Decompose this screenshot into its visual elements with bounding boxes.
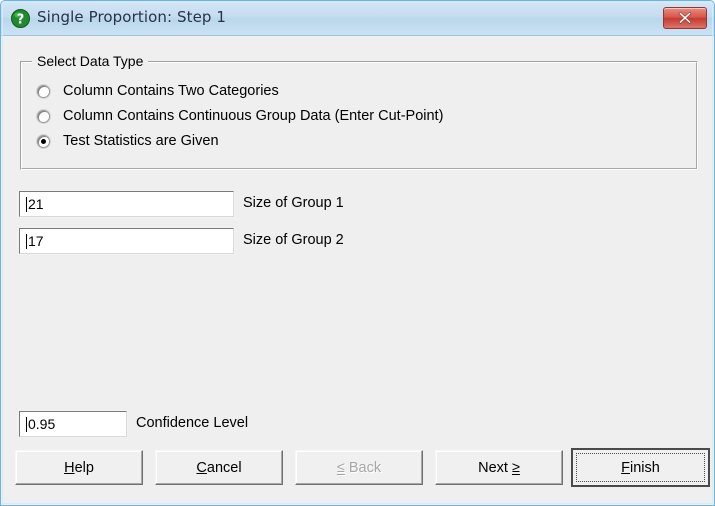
radio-icon[interactable] [37, 134, 50, 148]
text-caret [26, 196, 27, 212]
next-button[interactable]: Next ≥ [435, 450, 563, 485]
title-bar: ? Single Proportion: Step 1 [1, 1, 714, 36]
radio-icon[interactable] [37, 84, 50, 98]
help-rest: elp [74, 459, 94, 476]
size-of-group-2-input[interactable]: 17 [19, 228, 234, 254]
finish-button[interactable]: Finish [571, 448, 710, 487]
dialog-client-area: Select Data Type Column Contains Two Cat… [3, 37, 714, 505]
size-of-group-2-value: 17 [28, 233, 44, 249]
back-label: Back [344, 459, 382, 476]
confidence-level-value: 0.95 [28, 416, 56, 432]
radio-column-two-categories[interactable]: Column Contains Two Categories [37, 80, 279, 102]
size-of-group-2-label: Size of Group 2 [243, 232, 344, 248]
groupbox-legend: Select Data Type [32, 53, 149, 69]
question-mark-icon: ? [11, 9, 30, 28]
radio-label: Column Contains Continuous Group Data (E… [63, 108, 444, 124]
text-caret [26, 416, 27, 432]
finish-rest: inish [630, 459, 660, 476]
radio-column-continuous-group-data[interactable]: Column Contains Continuous Group Data (E… [37, 105, 443, 127]
next-chevron-icon: ≥ [511, 459, 520, 476]
select-data-type-groupbox: Select Data Type Column Contains Two Cat… [20, 53, 698, 170]
size-of-group-1-input[interactable]: 21 [19, 191, 234, 217]
radio-icon[interactable] [37, 109, 50, 123]
cancel-button[interactable]: Cancel [155, 450, 283, 485]
text-caret [26, 233, 27, 249]
confidence-level-input[interactable]: 0.95 [19, 411, 127, 437]
help-button[interactable]: Help [15, 450, 143, 485]
radio-label: Test Statistics are Given [63, 133, 219, 149]
size-of-group-1-label: Size of Group 1 [243, 195, 344, 211]
cancel-accel: C [196, 459, 207, 476]
svg-text:?: ? [17, 12, 25, 27]
dialog-window: ? Single Proportion: Step 1 Select Data … [0, 0, 715, 506]
next-label: Next [478, 459, 512, 476]
back-button[interactable]: ≤ Back [295, 450, 423, 485]
cancel-rest: ancel [206, 459, 242, 476]
close-button[interactable] [663, 7, 707, 29]
confidence-level-label: Confidence Level [136, 415, 249, 431]
radio-test-statistics-given[interactable]: Test Statistics are Given [37, 130, 219, 152]
back-chevron-icon: ≤ [336, 459, 345, 476]
help-accel: H [64, 459, 75, 476]
radio-label: Column Contains Two Categories [63, 83, 279, 99]
window-title: Single Proportion: Step 1 [37, 8, 227, 26]
size-of-group-1-value: 21 [28, 196, 44, 212]
close-icon [678, 11, 692, 25]
finish-accel: F [621, 459, 631, 476]
